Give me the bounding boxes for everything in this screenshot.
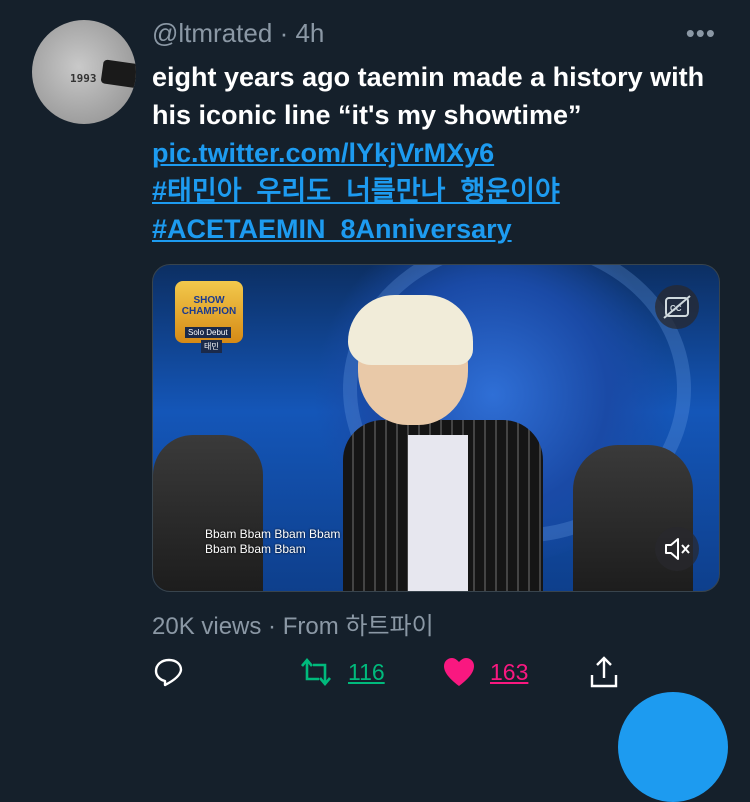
caption-line-2: Bbam Bbam Bbam: [205, 542, 306, 556]
reply-icon: [154, 658, 183, 687]
logo-subtitle: Solo Debut: [185, 327, 231, 338]
hashtag-link-anniversary[interactable]: #ACETAEMIN_8Anniversary: [152, 210, 512, 248]
avatar-tattoo-text: 1993: [70, 72, 97, 85]
more-options-icon[interactable]: •••: [686, 18, 716, 49]
hashtag-link-korean[interactable]: #태민아_우리도_너를만나_행운이야: [152, 172, 560, 210]
tweet-header: @ltmrated · 4h: [152, 18, 324, 49]
pic-link[interactable]: pic.twitter.com/lYkjVrMXy6: [152, 134, 494, 172]
backup-dancer-left: [153, 435, 263, 591]
header-separator: ·: [279, 18, 289, 48]
retweet-count[interactable]: 116: [348, 659, 385, 686]
like-button[interactable]: 163: [442, 650, 528, 694]
avatar-watch-band: [100, 59, 136, 89]
video-caption: Bbam Bbam Bbam Bbam Bbam Bbam Bbam: [205, 527, 340, 557]
tweet-text: eight years ago taemin made a history wi…: [152, 62, 705, 130]
video-player[interactable]: SHOW CHAMPION Solo Debut 태민 Bbam Bbam Bb…: [152, 264, 720, 592]
author-handle[interactable]: @ltmrated: [152, 18, 272, 48]
muted-speaker-icon[interactable]: [655, 527, 699, 571]
performer-shirt: [408, 435, 468, 591]
reply-button[interactable]: [152, 650, 186, 694]
caption-line-1: Bbam Bbam Bbam Bbam: [205, 527, 341, 541]
view-count: 20K views · From 하트파이: [152, 613, 434, 640]
author-avatar[interactable]: 1993: [32, 20, 136, 124]
closed-captions-icon[interactable]: CC: [655, 285, 699, 329]
share-icon: [590, 656, 618, 688]
logo-artist-name: 태민: [201, 340, 222, 353]
performer-hair: [348, 295, 473, 365]
retweet-icon: [301, 657, 331, 687]
share-button[interactable]: [588, 650, 620, 694]
like-count[interactable]: 163: [490, 659, 528, 686]
retweet-button[interactable]: 116: [298, 650, 385, 694]
tweet-time[interactable]: 4h: [295, 18, 324, 48]
heart-icon: [444, 658, 474, 686]
tweet-actions: 116 163: [152, 650, 750, 694]
compose-tweet-button[interactable]: [618, 692, 728, 802]
